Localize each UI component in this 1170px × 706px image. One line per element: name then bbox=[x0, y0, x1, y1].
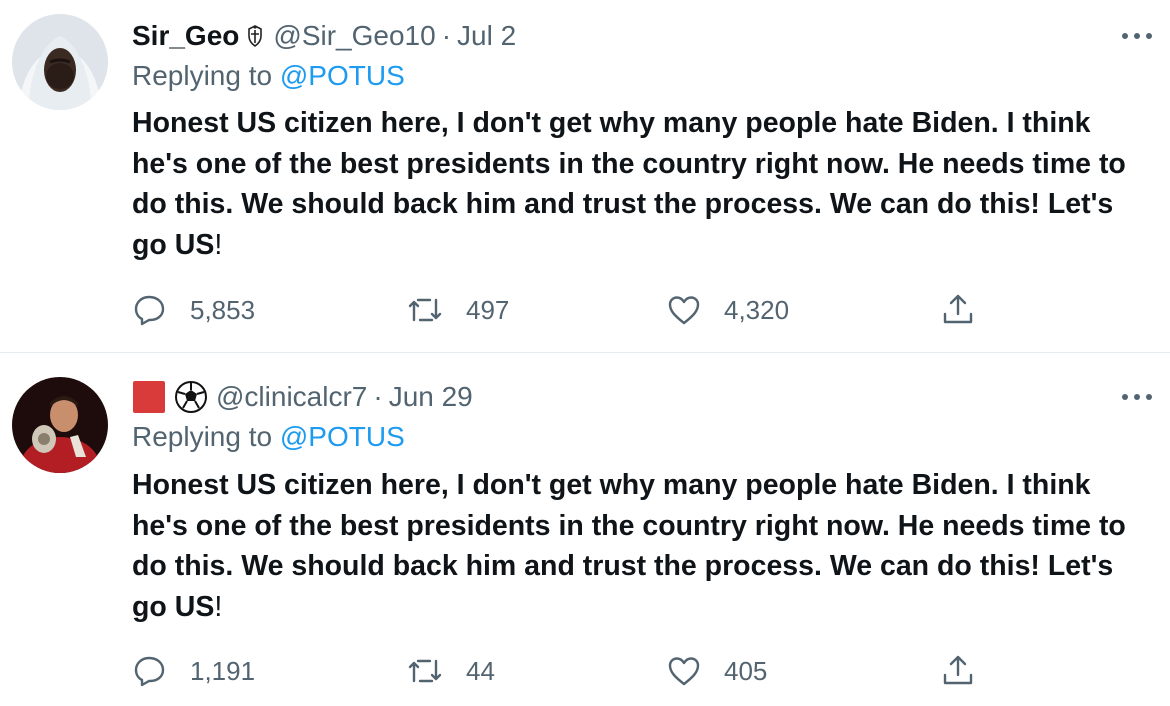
crest-icon bbox=[245, 24, 265, 48]
share-icon bbox=[940, 292, 976, 328]
more-icon[interactable] bbox=[1122, 383, 1152, 411]
like-count: 4,320 bbox=[724, 294, 790, 325]
heart-icon bbox=[666, 292, 702, 328]
mention-link[interactable]: @POTUS bbox=[280, 421, 405, 452]
heart-icon bbox=[666, 653, 702, 689]
mention-link[interactable]: @POTUS bbox=[280, 60, 405, 91]
timestamp[interactable]: Jul 2 bbox=[457, 20, 516, 52]
retweet-count: 497 bbox=[466, 294, 510, 325]
tweet-text: Honest US citizen here, I don't get why … bbox=[132, 465, 1152, 627]
tweet-body-tail: ! bbox=[214, 590, 223, 623]
tweet-body: Honest US citizen here, I don't get why … bbox=[132, 469, 1126, 623]
tweet-header: Sir_Geo @Sir_Geo10 · Jul 2 bbox=[132, 16, 516, 56]
replying-to-label: Replying to bbox=[132, 421, 280, 452]
handle[interactable]: @clinicalcr7 bbox=[216, 381, 367, 413]
retweet-icon bbox=[406, 653, 444, 689]
tweet-actions: 1,191 44 405 bbox=[132, 649, 992, 693]
tweet-body-tail: ! bbox=[214, 228, 223, 261]
reply-count: 1,191 bbox=[190, 655, 256, 686]
separator: · bbox=[373, 381, 383, 412]
like-button[interactable]: 405 bbox=[666, 649, 767, 693]
reply-icon bbox=[132, 653, 168, 689]
more-icon[interactable] bbox=[1122, 22, 1152, 50]
tweet[interactable]: Sir_Geo @Sir_Geo10 · Jul 2 Replying to @… bbox=[0, 0, 1170, 353]
reply-icon bbox=[132, 292, 168, 328]
reply-button[interactable]: 5,853 bbox=[132, 288, 255, 332]
tweet-text: Honest US citizen here, I don't get why … bbox=[132, 103, 1152, 265]
avatar[interactable] bbox=[12, 377, 108, 473]
reply-count: 5,853 bbox=[190, 294, 256, 325]
display-name[interactable]: Sir_Geo bbox=[132, 20, 239, 52]
separator: · bbox=[441, 20, 452, 51]
retweet-count: 44 bbox=[466, 655, 495, 686]
timestamp[interactable]: Jun 29 bbox=[389, 381, 473, 413]
reply-button[interactable]: 1,191 bbox=[132, 649, 255, 693]
tweet-body: Honest US citizen here, I don't get why … bbox=[132, 107, 1126, 261]
tweet[interactable]: @clinicalcr7 · Jun 29 Replying to @POTUS… bbox=[0, 353, 1170, 706]
share-button[interactable] bbox=[940, 649, 976, 693]
soccer-ball-icon bbox=[174, 380, 208, 414]
replying-to: Replying to @POTUS bbox=[132, 60, 405, 92]
share-icon bbox=[940, 653, 976, 689]
retweet-button[interactable]: 497 bbox=[406, 288, 509, 332]
replying-to-label: Replying to bbox=[132, 60, 280, 91]
retweet-icon bbox=[406, 292, 444, 328]
like-count: 405 bbox=[724, 655, 768, 686]
retweet-button[interactable]: 44 bbox=[406, 649, 495, 693]
like-button[interactable]: 4,320 bbox=[666, 288, 789, 332]
share-button[interactable] bbox=[940, 288, 976, 332]
avatar[interactable] bbox=[12, 14, 108, 110]
red-square-icon bbox=[132, 380, 166, 414]
handle[interactable]: @Sir_Geo10 bbox=[273, 20, 435, 52]
replying-to: Replying to @POTUS bbox=[132, 421, 405, 453]
tweet-actions: 5,853 497 4,320 bbox=[132, 288, 992, 332]
tweet-header-row: @clinicalcr7 · Jun 29 bbox=[132, 377, 473, 417]
